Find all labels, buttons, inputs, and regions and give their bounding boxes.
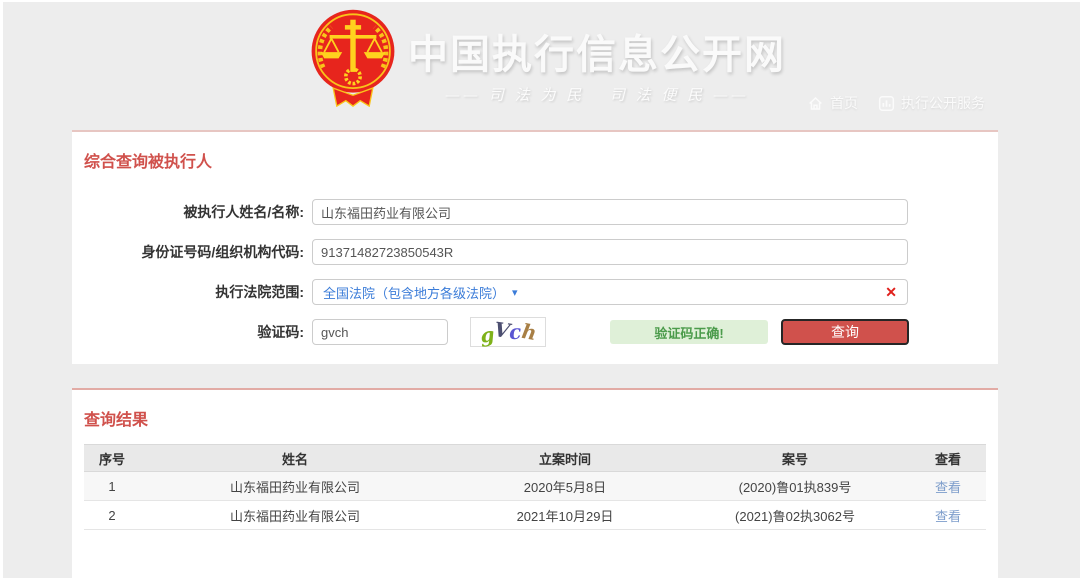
cell-name: 山东福田药业有限公司 xyxy=(140,501,450,530)
nav-home-label: 首页 xyxy=(830,93,858,113)
column-header-case-number: 案号 xyxy=(680,445,910,472)
clear-court-icon[interactable]: ✕ xyxy=(885,284,897,301)
table-row: 1 山东福田药业有限公司 2020年5月8日 (2020)鲁01执839号 查看 xyxy=(84,472,986,501)
results-panel-heading: 查询结果 xyxy=(72,390,998,430)
view-link[interactable]: 查看 xyxy=(935,509,961,524)
cell-filing-date: 2021年10月29日 xyxy=(450,501,680,530)
service-chart-icon xyxy=(878,95,895,112)
cell-filing-date: 2020年5月8日 xyxy=(450,472,680,501)
column-header-name: 姓名 xyxy=(140,445,450,472)
nav-item-home[interactable]: 首页 xyxy=(807,93,858,113)
name-input[interactable] xyxy=(312,199,908,225)
results-panel: 查询结果 序号 姓名 立案时间 案号 查看 1 山东福田药业有限公司 2020年… xyxy=(72,388,998,580)
nav-service-label: 执行公开服务 xyxy=(901,93,985,113)
cell-index: 1 xyxy=(84,472,140,501)
column-header-filing-date: 立案时间 xyxy=(450,445,680,472)
captcha-field-label: 验证码: xyxy=(72,322,312,342)
cell-name: 山东福田药业有限公司 xyxy=(140,472,450,501)
query-button[interactable]: 查询 xyxy=(781,319,909,345)
results-table: 序号 姓名 立案时间 案号 查看 1 山东福田药业有限公司 2020年5月8日 … xyxy=(84,444,986,530)
cell-case-number: (2020)鲁01执839号 xyxy=(680,472,910,501)
name-field-label: 被执行人姓名/名称: xyxy=(72,202,312,222)
captcha-status-badge: 验证码正确! xyxy=(610,320,768,344)
site-title: 中国执行信息公开网 xyxy=(408,22,786,80)
cell-case-number: (2021)鲁02执3062号 xyxy=(680,501,910,530)
site-header: 中国执行信息公开网 —— 司 法 为 民 司 法 便 民 —— 首页 执行公开服… xyxy=(0,0,1080,130)
id-input[interactable] xyxy=(312,239,908,265)
court-range-select[interactable]: 全国法院（包含地方各级法院） ▾ ✕ xyxy=(312,279,908,305)
form-row-captcha: 验证码: g V c h 验证码正确! 查询 xyxy=(72,312,998,352)
form-row-court: 执行法院范围: 全国法院（包含地方各级法院） ▾ ✕ xyxy=(72,272,998,312)
search-form: 被执行人姓名/名称: 身份证号码/组织机构代码: 执行法院范围: 全国法院（包含… xyxy=(72,192,998,352)
window-edge xyxy=(0,0,1080,2)
home-icon xyxy=(807,95,824,112)
form-row-name: 被执行人姓名/名称: xyxy=(72,192,998,232)
site-brand: 中国执行信息公开网 —— 司 法 为 民 司 法 便 民 —— xyxy=(308,8,786,107)
chevron-down-icon: ▾ xyxy=(512,286,518,299)
captcha-char: h xyxy=(520,319,538,345)
table-row: 2 山东福田药业有限公司 2021年10月29日 (2021)鲁02执3062号… xyxy=(84,501,986,530)
form-row-id: 身份证号码/组织机构代码: xyxy=(72,232,998,272)
search-panel: 综合查询被执行人 被执行人姓名/名称: 身份证号码/组织机构代码: 执行法院范围… xyxy=(72,130,998,364)
search-panel-heading: 综合查询被执行人 xyxy=(72,132,998,172)
site-subtitle: —— 司 法 为 民 司 法 便 民 —— xyxy=(408,84,786,105)
window-edge xyxy=(0,0,3,580)
court-emblem-logo xyxy=(308,8,398,107)
title-block: 中国执行信息公开网 —— 司 法 为 民 司 法 便 民 —— xyxy=(408,8,786,105)
captcha-image[interactable]: g V c h xyxy=(470,317,546,347)
id-field-label: 身份证号码/组织机构代码: xyxy=(72,242,312,262)
captcha-input[interactable] xyxy=(312,319,448,345)
court-range-value: 全国法院（包含地方各级法院） xyxy=(323,283,505,302)
cell-index: 2 xyxy=(84,501,140,530)
nav-item-service[interactable]: 执行公开服务 xyxy=(878,93,985,113)
top-nav: 首页 执行公开服务 xyxy=(807,93,985,113)
court-field-label: 执行法院范围: xyxy=(72,282,312,302)
view-link[interactable]: 查看 xyxy=(935,480,961,495)
column-header-view: 查看 xyxy=(910,445,986,472)
results-table-header-row: 序号 姓名 立案时间 案号 查看 xyxy=(84,445,986,472)
column-header-index: 序号 xyxy=(84,445,140,472)
